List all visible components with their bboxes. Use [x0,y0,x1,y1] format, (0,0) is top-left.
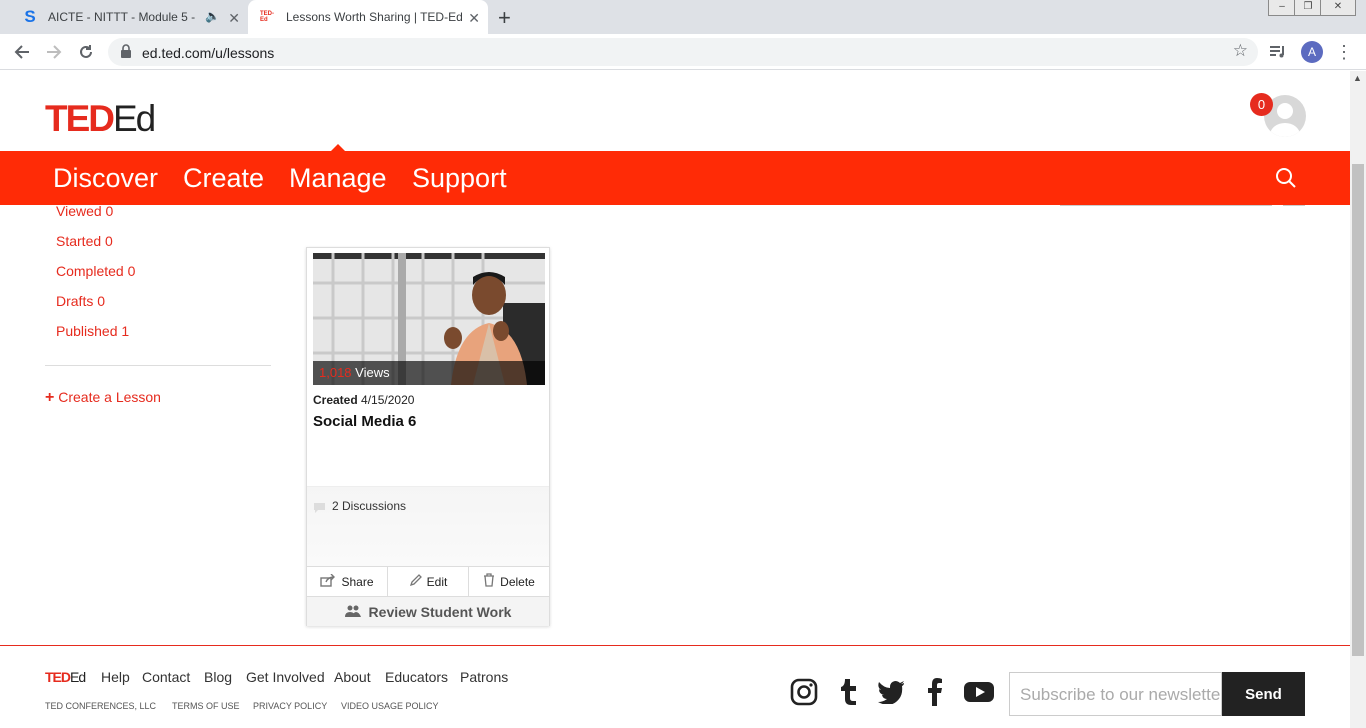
main-nav: Discover Create Manage Support [0,151,1350,205]
sidebar-item-viewed[interactable]: Viewed 0 [56,203,113,219]
footer-link-about[interactable]: About [334,669,371,685]
comment-icon [313,500,326,518]
page-content: TEDEd 0 Viewed 0 Started 0 Completed 0 D… [0,71,1350,728]
twitter-icon[interactable] [876,677,906,707]
close-tab-icon[interactable]: ✕ [468,10,480,27]
lesson-thumbnail[interactable]: 1,018 Views [313,253,545,385]
speaker-icon[interactable]: 🔈 [205,9,220,23]
trash-icon [483,573,495,590]
footer-link-get-involved[interactable]: Get Involved [246,669,325,685]
views-count: 1,018 [319,365,352,380]
instagram-icon[interactable] [789,677,819,707]
browser-tab-strip: S AICTE - NITTT - Module 5 - Te 🔈 ✕ TED-… [0,0,1366,34]
browser-menu-icon[interactable]: ⋮ [1332,40,1356,64]
close-tab-icon[interactable]: ✕ [228,10,240,27]
nav-manage[interactable]: Manage [289,163,387,194]
footer-legal-terms[interactable]: TERMS OF USE [172,701,240,711]
send-button[interactable]: Send [1222,672,1305,716]
share-icon [320,573,336,590]
notification-badge[interactable]: 0 [1250,93,1273,116]
minimize-icon[interactable]: – [1268,0,1296,16]
created-label: Created [313,393,358,407]
forward-icon[interactable] [42,40,66,64]
created-date: 4/15/2020 [361,393,415,407]
users-icon [344,604,361,620]
footer-legal-company[interactable]: TED CONFERENCES, LLC [45,701,156,711]
nav-create[interactable]: Create [183,163,264,194]
sidebar-item-published[interactable]: Published 1 [56,323,129,339]
footer-link-patrons[interactable]: Patrons [460,669,508,685]
ted-ed-logo[interactable]: TEDEd [45,98,156,140]
media-control-icon[interactable] [1266,40,1290,64]
browser-toolbar: ed.ted.com/u/lessons ☆ A ⋮ [0,34,1366,70]
close-window-icon[interactable]: ✕ [1320,0,1356,16]
lesson-card: 1,018 Views Created 4/15/2020 Social Med… [306,247,550,626]
footer-link-help[interactable]: Help [101,669,130,685]
sidebar-item-drafts[interactable]: Drafts 0 [56,293,105,309]
tab-aicte[interactable]: S AICTE - NITTT - Module 5 - Te 🔈 ✕ [8,0,248,34]
restore-icon[interactable]: ❐ [1294,0,1322,16]
footer-link-blog[interactable]: Blog [204,669,232,685]
create-lesson-link[interactable]: + Create a Lesson [45,389,161,407]
url-text: ed.ted.com/u/lessons [142,45,275,61]
footer-legal-privacy[interactable]: PRIVACY POLICY [253,701,327,711]
reload-icon[interactable] [74,40,98,64]
star-icon[interactable]: ☆ [1233,41,1248,61]
sidebar-divider [45,365,271,366]
delete-button[interactable]: Delete [469,567,549,596]
back-icon[interactable] [10,40,34,64]
footer-legal-video-usage[interactable]: VIDEO USAGE POLICY [341,701,439,711]
edit-button[interactable]: Edit [388,567,469,596]
footer-logo[interactable]: TEDEd [45,669,86,685]
facebook-icon[interactable] [920,677,950,707]
search-icon[interactable] [1275,167,1297,194]
footer-link-educators[interactable]: Educators [385,669,448,685]
nav-discover[interactable]: Discover [53,163,158,194]
address-bar[interactable]: ed.ted.com/u/lessons ☆ [108,38,1258,66]
nav-active-caret [330,144,346,152]
sidebar-item-started[interactable]: Started 0 [56,233,113,249]
scrollbar-thumb[interactable] [1352,164,1364,656]
youtube-icon[interactable] [963,677,995,707]
lock-icon [120,44,132,63]
created-info: Created 4/15/2020 [313,393,414,407]
views-label: Views [355,365,390,380]
profile-avatar[interactable]: A [1301,41,1323,63]
footer-link-contact[interactable]: Contact [142,669,190,685]
ted-ed-favicon-icon: TED-Ed [260,11,274,23]
discussions-link[interactable]: 2 Discussions [332,499,406,513]
tab-ted-ed[interactable]: TED-Ed Lessons Worth Sharing | TED-Ed ✕ [248,0,488,34]
tab-title: Lessons Worth Sharing | TED-Ed [286,10,463,24]
plus-icon: + [45,389,55,406]
footer-divider [0,645,1350,646]
tab-title: AICTE - NITTT - Module 5 - Te [48,10,198,24]
review-student-work-button[interactable]: Review Student Work [307,596,549,626]
newsletter-input[interactable]: Subscribe to our newsletter [1009,672,1222,716]
lesson-actions: Share Edit Delete [307,566,549,596]
share-button[interactable]: Share [307,567,388,596]
s-favicon-icon: S [24,7,36,26]
tumblr-icon[interactable] [833,677,863,707]
views-overlay: 1,018 Views [313,361,545,385]
nav-support[interactable]: Support [412,163,507,194]
new-tab-button[interactable]: + [498,5,511,31]
discussions-area: 2 Discussions [307,486,549,566]
pencil-icon [409,573,422,590]
sidebar-item-completed[interactable]: Completed 0 [56,263,135,279]
lesson-title[interactable]: Social Media 6 [313,413,416,430]
scroll-up-arrow-icon[interactable]: ▲ [1353,73,1362,83]
